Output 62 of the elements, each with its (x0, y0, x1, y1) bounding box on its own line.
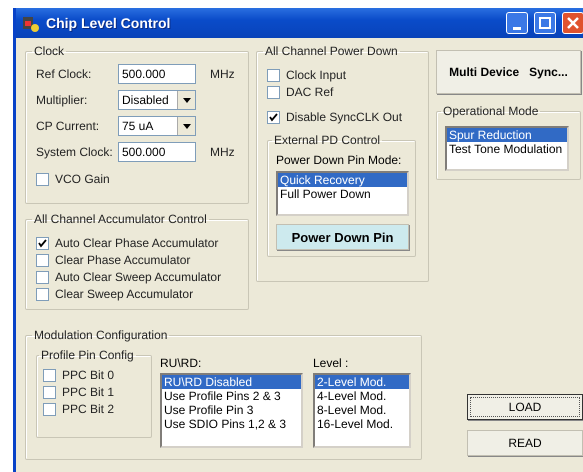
input-field[interactable]: 500.000 (118, 64, 196, 84)
checkbox[interactable]: DAC Ref (267, 85, 416, 99)
checkbox[interactable]: VCO Gain (36, 172, 240, 186)
input-field[interactable]: 500.000 (118, 142, 196, 162)
action-button[interactable]: READ (467, 430, 583, 456)
checkbox[interactable]: Clear Phase Accumulator (36, 253, 240, 267)
checkbox[interactable]: Clear Sweep Accumulator (36, 287, 240, 301)
dropdown[interactable]: 75 uA (118, 116, 196, 136)
list-item[interactable]: Use SDIO Pins 1,2 & 3 (162, 417, 301, 431)
action-button[interactable]: LOAD (467, 394, 583, 420)
checkmark-icon (38, 238, 47, 248)
list-box[interactable]: 2-Level Mod. 4-Level Mod. 8-Level Mod. 16-Level Mod. (313, 373, 411, 448)
dropdown[interactable]: Disabled (118, 90, 196, 110)
close-icon (567, 17, 579, 29)
maximize-button[interactable] (534, 12, 556, 34)
unit-label: MHz (210, 145, 235, 159)
window-title: Chip Level Control (46, 15, 172, 31)
list-item[interactable]: Quick Recovery (278, 173, 407, 187)
checkbox[interactable]: Auto Clear Sweep Accumulator (36, 270, 240, 284)
list-item[interactable]: Full Power Down (278, 187, 407, 201)
minimize-button[interactable] (506, 12, 528, 34)
checkbox[interactable]: PPC Bit 0 (43, 368, 145, 382)
unit-label: MHz (210, 67, 235, 81)
list-item[interactable]: Use Profile Pin 3 (162, 403, 301, 417)
list-item[interactable]: Use Profile Pins 2 & 3 (162, 389, 301, 403)
caret-icon (182, 98, 190, 102)
list-box[interactable]: Spur Reduction Test Tone Modulation (445, 126, 569, 171)
minimize-icon (513, 26, 521, 30)
list-item[interactable]: 2-Level Mod. (315, 375, 409, 389)
checkbox[interactable]: Disable SyncCLK Out (267, 110, 416, 124)
list-box[interactable]: Quick Recovery Full Power Down (276, 171, 409, 216)
field-label: CP Current: (36, 119, 100, 133)
group-title: External PD Control (273, 133, 382, 147)
checkmark-icon (269, 112, 278, 122)
list-item[interactable]: 4-Level Mod. (315, 389, 409, 403)
multi-device-sync-button[interactable]: Multi Device Sync... (436, 50, 581, 94)
list-label: Level : (313, 356, 350, 370)
group-title: Profile Pin Config (40, 348, 135, 362)
list-box[interactable]: RU\RD Disabled Use Profile Pins 2 & 3 Use Profile Pin 3 Use SDIO Pins 1,2 & 3 (160, 373, 303, 448)
group-title: All Channel Accumulator Control (33, 212, 208, 226)
field-label: Ref Clock: (36, 67, 92, 81)
checkbox[interactable]: Auto Clear Phase Accumulator (36, 236, 240, 250)
field-label: Multiplier: (36, 93, 88, 107)
group-title: Clock (33, 44, 66, 58)
field-label: Power Down Pin Mode: (276, 153, 402, 167)
maximize-icon (539, 17, 551, 29)
group-title: Operational Mode (442, 104, 540, 118)
list-item[interactable]: Spur Reduction (447, 128, 567, 142)
close-button[interactable] (562, 12, 583, 34)
power-down-pin-button[interactable]: Power Down Pin (276, 224, 409, 250)
caret-icon (182, 124, 190, 128)
group-title: All Channel Power Down (264, 44, 399, 58)
list-item[interactable]: RU\RD Disabled (162, 375, 301, 389)
field-label: System Clock: (36, 145, 114, 159)
list-item[interactable]: Test Tone Modulation (447, 142, 567, 156)
checkbox[interactable]: PPC Bit 1 (43, 385, 145, 399)
group-title: Modulation Configuration (33, 328, 168, 342)
list-item[interactable]: 8-Level Mod. (315, 403, 409, 417)
checkbox[interactable]: Clock Input (267, 68, 416, 82)
checkbox[interactable]: PPC Bit 2 (43, 402, 145, 416)
list-item[interactable]: 16-Level Mod. (315, 417, 409, 431)
list-label: RU\RD: (160, 356, 202, 370)
